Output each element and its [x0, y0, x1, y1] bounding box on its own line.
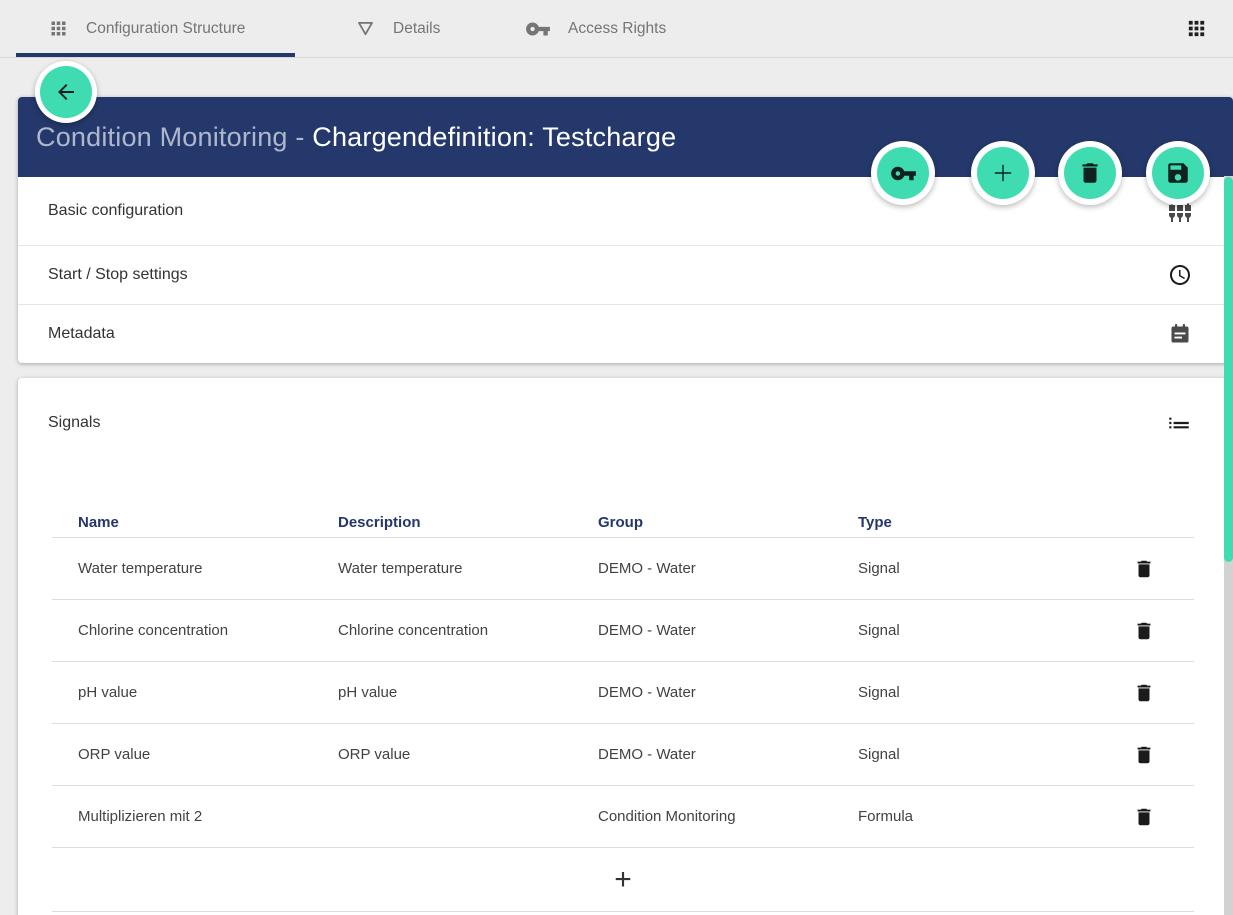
signal-name: Water temperature [78, 560, 338, 577]
signal-group: DEMO - Water [598, 622, 858, 639]
section-basic-configuration[interactable]: Basic configuration [18, 177, 1233, 245]
signal-row[interactable]: Chlorine concentration Chlorine concentr… [52, 600, 1194, 662]
trash-icon [1133, 558, 1155, 580]
key-icon [525, 16, 551, 42]
section-label: Basic configuration [48, 202, 183, 220]
signal-group: Condition Monitoring [598, 808, 858, 825]
column-header-description: Description [338, 514, 598, 531]
delete-signal-button[interactable] [1094, 744, 1194, 766]
add-fab[interactable] [971, 141, 1035, 205]
page-title: Condition Monitoring - Chargendefinition… [36, 122, 676, 153]
add-signal-button[interactable]: + [52, 848, 1194, 912]
signal-name: Chlorine concentration [78, 622, 338, 639]
signals-table: Name Description Group Type Water temper… [52, 507, 1194, 912]
app-screen: Configuration Structure Details Access R… [0, 0, 1233, 915]
signal-description: pH value [338, 684, 598, 701]
signal-group: DEMO - Water [598, 746, 858, 763]
signals-card: Signals Name Description Group Type Wate… [18, 378, 1233, 915]
page-title-highlight: Chargendefinition: Testcharge [312, 122, 676, 152]
configuration-card: Condition Monitoring - Chargendefinition… [18, 97, 1233, 363]
section-metadata[interactable]: Metadata [18, 304, 1233, 362]
column-header-group: Group [598, 514, 858, 531]
signal-description: Chlorine concentration [338, 622, 598, 639]
delete-signal-button[interactable] [1094, 620, 1194, 642]
trash-icon [1133, 806, 1155, 828]
section-label: Metadata [48, 325, 115, 343]
plus-icon: + [614, 865, 632, 895]
tab-label: Configuration Structure [86, 20, 245, 38]
apps-grid-icon [1185, 17, 1208, 40]
clock-icon [1168, 263, 1192, 287]
tab-configuration-structure[interactable]: Configuration Structure [48, 0, 245, 57]
trash-icon [1133, 620, 1155, 642]
trash-icon [1077, 160, 1103, 186]
column-header-name: Name [78, 514, 338, 531]
signal-type: Signal [858, 622, 1094, 639]
signal-name: ORP value [78, 746, 338, 763]
trash-icon [1133, 682, 1155, 704]
key-icon [890, 160, 917, 187]
floppy-disk-icon [1165, 160, 1191, 186]
access-rights-fab[interactable] [871, 141, 935, 205]
signal-row[interactable]: Water temperature Water temperature DEMO… [52, 538, 1194, 600]
delete-signal-button[interactable] [1094, 806, 1194, 828]
signal-type: Signal [858, 684, 1094, 701]
save-fab[interactable] [1146, 141, 1210, 205]
signals-table-header: Name Description Group Type [52, 507, 1194, 538]
tab-label: Access Rights [568, 20, 666, 38]
signal-type: Signal [858, 746, 1094, 763]
arrow-left-icon [54, 80, 78, 104]
scrollbar-track[interactable] [1224, 176, 1233, 915]
delete-signal-button[interactable] [1094, 682, 1194, 704]
signals-header: Signals [18, 378, 1233, 436]
tab-details[interactable]: Details [355, 0, 440, 57]
page-header: Condition Monitoring - Chargendefinition… [18, 97, 1233, 177]
signal-type: Formula [858, 808, 1094, 825]
filter-funnel-icon [355, 18, 376, 39]
signal-name: pH value [78, 684, 338, 701]
tab-access-rights[interactable]: Access Rights [525, 0, 666, 57]
trash-icon [1133, 744, 1155, 766]
active-tab-underline [16, 53, 295, 57]
signal-row[interactable]: Multiplizieren mit 2 Condition Monitorin… [52, 786, 1194, 848]
scrollbar-thumb[interactable] [1224, 177, 1233, 562]
signal-type: Signal [858, 560, 1094, 577]
signal-group: DEMO - Water [598, 560, 858, 577]
list-icon[interactable] [1166, 410, 1192, 436]
signal-description: Water temperature [338, 560, 598, 577]
page-title-prefix: Condition Monitoring - [36, 122, 312, 152]
apps-menu-button[interactable] [1185, 17, 1208, 40]
tab-label: Details [393, 20, 440, 38]
signal-row[interactable]: ORP value ORP value DEMO - Water Signal [52, 724, 1194, 786]
column-header-type: Type [858, 514, 1094, 531]
back-button[interactable] [35, 61, 97, 123]
delete-signal-button[interactable] [1094, 558, 1194, 580]
top-tab-bar: Configuration Structure Details Access R… [0, 0, 1233, 58]
section-label: Start / Stop settings [48, 266, 188, 284]
apps-grid-icon [48, 18, 69, 39]
plus-icon [989, 159, 1017, 187]
signal-name: Multiplizieren mit 2 [78, 808, 338, 825]
delete-fab[interactable] [1058, 141, 1122, 205]
signal-row[interactable]: pH value pH value DEMO - Water Signal [52, 662, 1194, 724]
calendar-note-icon [1168, 322, 1192, 346]
section-start-stop-settings[interactable]: Start / Stop settings [18, 245, 1233, 304]
signal-group: DEMO - Water [598, 684, 858, 701]
signals-title: Signals [48, 414, 100, 432]
signal-description: ORP value [338, 746, 598, 763]
